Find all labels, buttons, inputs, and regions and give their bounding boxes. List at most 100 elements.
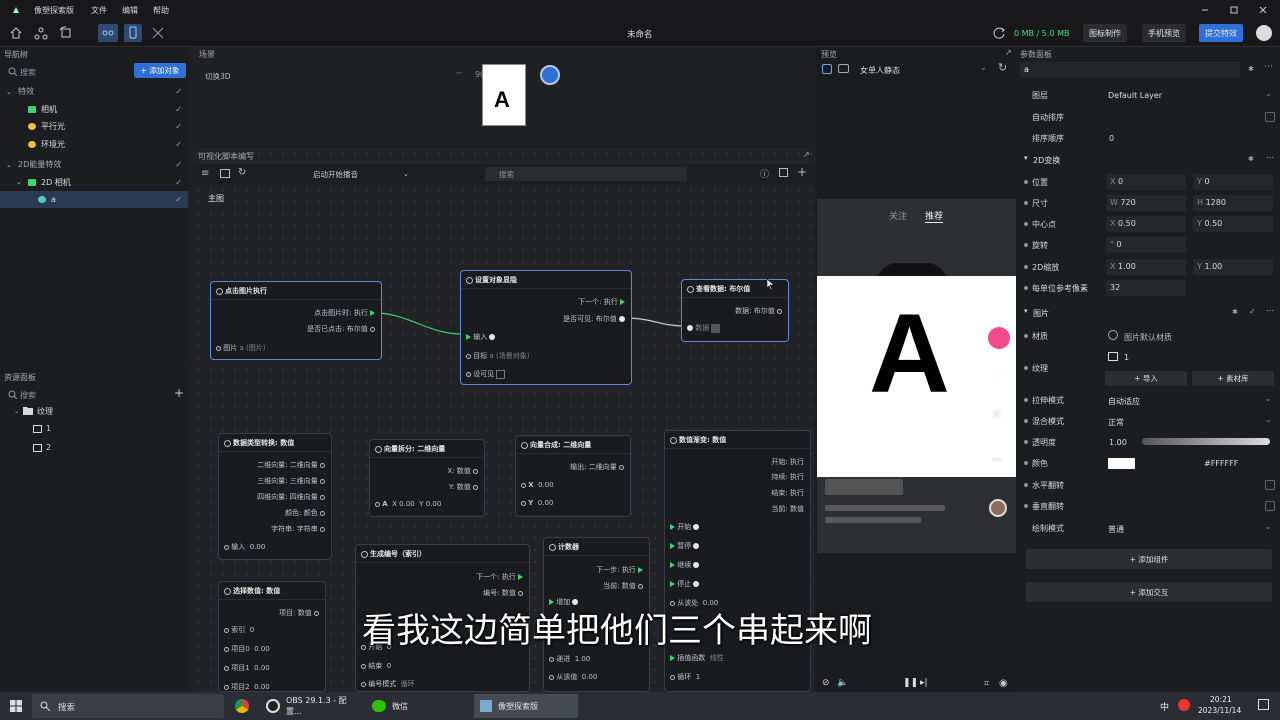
nav-item[interactable]: ⌄ 2D 相机 ✓ <box>0 174 188 191</box>
nav-item[interactable]: 相机 ✓ <box>0 101 188 118</box>
chevron-down-icon[interactable]: ⌄ <box>1265 89 1272 98</box>
visibility-check-icon[interactable]: ✓ <box>175 105 182 114</box>
color-swatch[interactable] <box>1108 458 1135 469</box>
crop-icon[interactable]: ⌗ <box>984 679 989 689</box>
node-output-exec[interactable]: 下一个: 执行 <box>476 572 523 582</box>
anchor-x-field[interactable]: X 0.50 <box>1106 216 1186 232</box>
keyframe-dot-icon[interactable] <box>1024 265 1028 269</box>
ppu-field[interactable]: 32 <box>1106 280 1186 296</box>
checkbox[interactable] <box>496 369 506 379</box>
keyframe-dot-icon[interactable] <box>1024 504 1028 508</box>
nav-item[interactable]: ⌄ 特效 ✓ <box>0 83 188 100</box>
size-w-field[interactable]: W 720 <box>1106 195 1186 211</box>
preview-mode-icon[interactable] <box>822 64 832 74</box>
visibility-check-icon[interactable]: ✓ <box>175 140 182 149</box>
chevron-down-icon[interactable]: ⌄ <box>1265 415 1272 424</box>
node-click-image[interactable]: 点击图片执行 点击图片时: 执行 是否已点击: 布尔值 图片 a (图片) <box>210 281 382 360</box>
tab-recommend[interactable]: 推荐 <box>925 209 944 223</box>
node-input-loop[interactable]: 循环 1 <box>670 672 700 682</box>
settings-icon[interactable]: ✱ <box>1248 65 1254 73</box>
tab-follow[interactable]: 关注 <box>889 209 907 222</box>
scale-x-field[interactable]: X 1.00 <box>1106 259 1186 275</box>
nav-item[interactable]: 环境光 ✓ <box>0 136 188 153</box>
position-x-field[interactable]: X 0 <box>1106 174 1186 190</box>
asset-item[interactable]: 2 <box>33 443 51 452</box>
chevron-down-icon[interactable]: ⌄ <box>1265 522 1272 531</box>
color-hex-field[interactable]: #FFFFFF <box>1204 459 1238 468</box>
node-input[interactable]: 输入 0.00 <box>224 542 265 552</box>
node-input-mode[interactable]: 编号模式 循环 <box>361 679 415 689</box>
anchor-y-field[interactable]: Y 0.50 <box>1193 216 1273 232</box>
input-value[interactable]: 循环 <box>401 680 415 688</box>
asset-item[interactable]: 1 <box>33 424 51 433</box>
music-disc-icon[interactable] <box>989 499 1007 517</box>
check-icon[interactable]: ✓ <box>1249 307 1256 316</box>
node-output-exec[interactable]: 点击图片时: 执行 <box>314 308 375 318</box>
blend-select[interactable]: 正常 <box>1108 417 1124 428</box>
more-icon[interactable]: ⋯ <box>1266 306 1274 315</box>
node-number-tween[interactable]: 数值渐变: 数值 开始: 执行 持续: 执行 结束: 执行 当前: 数值 开始 … <box>664 430 811 692</box>
node-output-exec[interactable]: 下一个: 执行 <box>578 297 625 307</box>
node-select-number[interactable]: 选择数值: 数值 项目: 数值 索引 0 项目0 0.00 项目1 0.00 项… <box>218 581 326 692</box>
refresh-icon[interactable]: ↻ <box>998 61 1007 74</box>
opacity-slider[interactable] <box>1142 438 1270 445</box>
menu-file[interactable]: 文件 <box>91 5 107 16</box>
keyframe-dot-icon[interactable] <box>1024 334 1028 338</box>
node-output-exec[interactable]: 下一步: 执行 <box>596 565 643 575</box>
node-output[interactable]: 颜色: 颜色 <box>285 508 325 518</box>
node-input-exec[interactable]: 暂停 <box>670 541 700 551</box>
phone-preview[interactable]: 关注 推荐 A ♡ ◉ ➦ <box>817 199 1016 553</box>
node-input-exec[interactable]: 开始 <box>670 522 700 532</box>
nav-search-input[interactable]: 搜索 <box>20 67 36 78</box>
settings-icon[interactable]: ✱ <box>1248 155 1254 163</box>
object-name-field[interactable]: a <box>1020 62 1240 78</box>
effect-badge-icon[interactable] <box>988 327 1010 349</box>
visibility-check-icon[interactable]: ✓ <box>175 87 182 96</box>
taskbar-obs[interactable]: OBS 29.1.3 - 配置... <box>262 694 362 718</box>
volume-icon[interactable]: 🔈 <box>837 678 848 688</box>
taskbar-search[interactable]: 搜索 <box>32 694 224 718</box>
device-select[interactable]: 女单人静态 <box>860 65 900 76</box>
node-input-exec[interactable]: 停止 <box>670 579 700 589</box>
visibility-check-icon[interactable]: ✓ <box>175 160 182 169</box>
notification-icon[interactable] <box>1258 699 1269 710</box>
scale-y-field[interactable]: Y 1.00 <box>1193 259 1273 275</box>
node-output[interactable]: 字符串: 字符串 <box>271 524 325 534</box>
chevron-down-icon[interactable]: ⌄ <box>6 88 12 96</box>
keyframe-dot-icon[interactable] <box>1024 243 1028 247</box>
menu-edit[interactable]: 编辑 <box>122 5 138 16</box>
section-transform-2d[interactable]: ▾ 2D变换 ✱ ⋯ <box>1020 150 1280 170</box>
node-vector-split[interactable]: 向量拆分: 二维向量 X: 数值 Y: 数值 A X 0.00 Y 0.00 <box>369 439 485 517</box>
node-output[interactable]: 四维向量: 四维向量 <box>257 492 325 502</box>
node-output[interactable]: 二维向量: 二维向量 <box>257 460 325 470</box>
visibility-check-icon[interactable]: ✓ <box>175 178 182 187</box>
keyframe-dot-icon[interactable] <box>1024 222 1028 226</box>
chrome-icon[interactable] <box>235 699 249 713</box>
loop-icon[interactable]: ⊘ <box>822 678 830 688</box>
nav-item[interactable]: ⌄ 2D能量特效 ✓ <box>0 156 188 173</box>
nav-item[interactable]: 平行光 ✓ <box>0 118 188 135</box>
add-interaction-button[interactable]: + 添加交互 <box>1026 582 1272 602</box>
maximize-icon[interactable] <box>1228 4 1240 16</box>
node-input-index[interactable]: 索引 0 <box>224 625 254 635</box>
node-input-y[interactable]: Y 0.00 <box>521 499 553 507</box>
next-frame-icon[interactable]: ▸| <box>920 678 928 688</box>
scene-image[interactable]: A <box>482 64 526 126</box>
node-input-visible[interactable]: 设可见 <box>466 369 506 379</box>
flip-v-checkbox[interactable] <box>1265 501 1275 511</box>
node-set-visibility[interactable]: 设置对象显隐 下一个: 执行 是否可见: 布尔值 输入 目标 a (场景对象) … <box>460 270 632 385</box>
refresh-icon[interactable] <box>992 26 1006 40</box>
rotation-field[interactable]: ° 0 <box>1106 237 1186 253</box>
visibility-check-icon[interactable]: ✓ <box>175 195 182 204</box>
chevron-down-icon[interactable]: ⌄ <box>1265 394 1272 403</box>
node-output[interactable]: 结束: 执行 <box>771 488 804 498</box>
nav-item[interactable]: a ✓ <box>0 191 188 208</box>
node-input-x[interactable]: X 0.00 <box>521 481 554 489</box>
input-value[interactable]: 线性 <box>710 654 724 662</box>
node-input-item[interactable]: 项目2 0.00 <box>224 682 270 692</box>
node-input-from[interactable]: 从该值 0.00 <box>549 672 597 682</box>
node-input-item[interactable]: 项目1 0.00 <box>224 663 270 673</box>
node-input-step[interactable]: 递进 1.00 <box>549 654 590 664</box>
keyframe-dot-icon[interactable] <box>1024 483 1028 487</box>
nodes-icon[interactable] <box>34 26 48 40</box>
